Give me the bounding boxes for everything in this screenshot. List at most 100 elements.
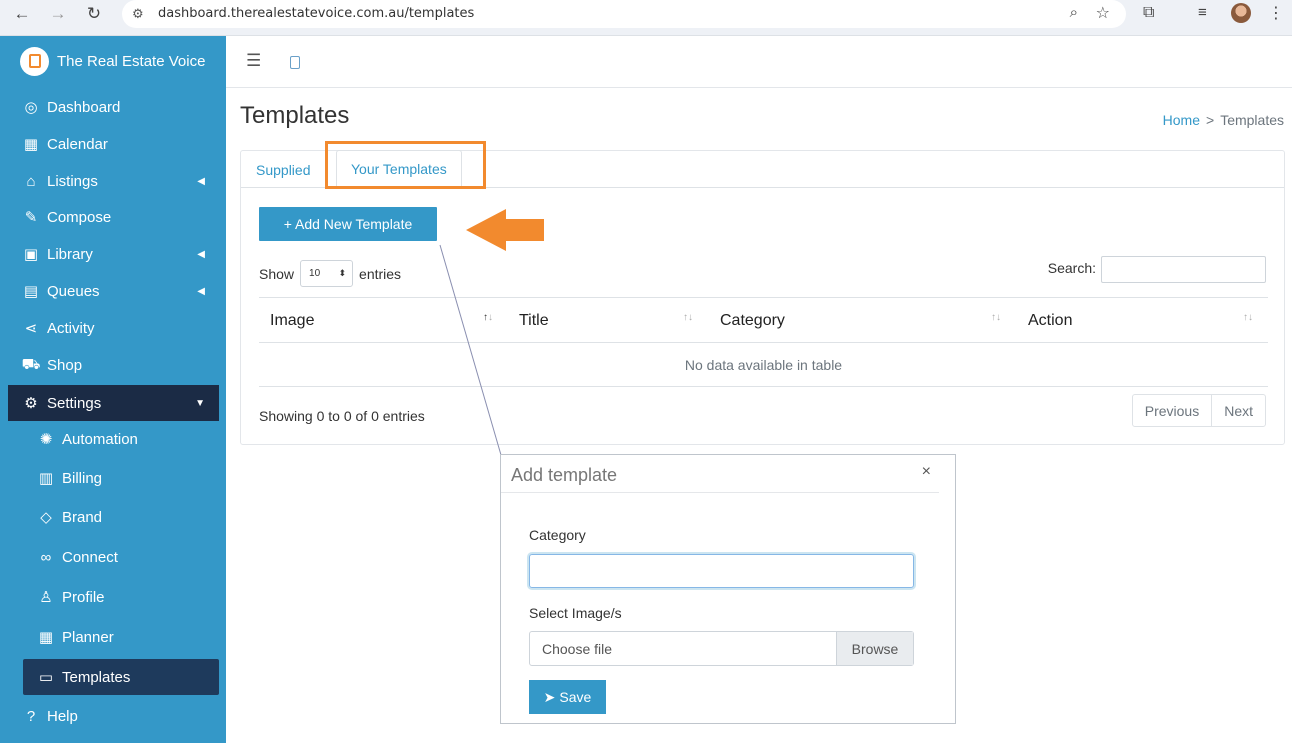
hamburger-menu-icon[interactable]: ☰ [246, 51, 261, 71]
caret-left-icon: ◀ [197, 175, 205, 187]
calendar-icon: ▦ [23, 136, 39, 153]
sidebar-item-activity[interactable]: ⋖ Activity [8, 311, 219, 345]
sidebar-item-billing[interactable]: ▥ Billing [8, 461, 219, 495]
column-category[interactable]: Category [720, 298, 785, 344]
tag-icon: ◇ [40, 509, 52, 526]
monitor-icon: ▭ [38, 669, 54, 686]
column-image[interactable]: Image [270, 298, 314, 344]
breadcrumb-home-link[interactable]: Home [1163, 112, 1200, 128]
sidebar-item-automation[interactable]: ✺ Automation [8, 422, 219, 456]
sidebar-item-templates[interactable]: ▭ Templates [23, 659, 219, 695]
url-text[interactable]: dashboard.therealestatevoice.com.au/temp… [158, 6, 474, 21]
sidebar-item-settings[interactable]: ⚙ Settings ▼ [8, 385, 219, 421]
listings-icon: ⌂ [26, 172, 36, 190]
sidebar-item-queues[interactable]: ▤ Queues ◀ [8, 274, 219, 308]
sidebar-item-label: Connect [62, 548, 118, 566]
brand[interactable]: The Real Estate Voice [20, 46, 205, 76]
file-input[interactable]: Choose file Browse [529, 631, 914, 666]
dashboard-icon: ◎ [24, 99, 38, 116]
queues-icon: ▤ [23, 283, 39, 300]
sidebar-item-label: Templates [62, 668, 131, 686]
previous-page-button[interactable]: Previous [1133, 395, 1211, 426]
browser-chrome: ← → ↻ ⚙ dashboard.therealestatevoice.com… [0, 0, 1292, 36]
show-entries: Show 10 ⬍ entries [259, 260, 401, 287]
sort-asc-icon[interactable]: ↑↓ [483, 312, 493, 323]
sidebar-item-label: Calendar [47, 135, 108, 153]
site-info-icon[interactable]: ⚙ [132, 6, 144, 22]
caret-left-icon: ◀ [197, 285, 205, 297]
browse-button[interactable]: Browse [836, 632, 913, 665]
sidebar-item-label: Shop [47, 356, 83, 374]
caret-left-icon: ◀ [197, 248, 205, 260]
search-label: Search: [1047, 260, 1096, 276]
breadcrumb: Home > Templates [1163, 112, 1284, 128]
sidebar-item-dashboard[interactable]: ◎ Dashboard [8, 90, 219, 124]
sidebar-item-label: Listings [47, 172, 98, 190]
sidebar-item-shop[interactable]: ⛟ Shop [8, 348, 219, 382]
sidebar-item-brand[interactable]: ◇ Brand [8, 500, 219, 534]
add-new-template-button[interactable]: + Add New Template [259, 207, 437, 241]
tab-supplied[interactable]: Supplied [256, 151, 311, 188]
back-arrow-icon[interactable]: ← [8, 0, 36, 28]
sidebar-item-label: Queues [47, 282, 100, 300]
receipt-icon: ▥ [38, 470, 54, 487]
reload-icon[interactable]: ↻ [80, 0, 108, 28]
select-images-label: Select Image/s [529, 605, 622, 621]
extensions-puzzle-icon[interactable]: ⧉ [1143, 4, 1154, 22]
entries-label: entries [359, 265, 402, 282]
cog-icon: ⚙ [24, 395, 38, 412]
sidebar-item-label: Dashboard [47, 98, 121, 116]
sort-icon[interactable]: ↑↓ [683, 312, 693, 323]
sort-icon[interactable]: ↑↓ [991, 312, 1001, 323]
sidebar-item-label: Brand [62, 508, 103, 526]
library-icon: ▣ [23, 246, 39, 263]
header-logo[interactable] [290, 54, 338, 70]
breadcrumb-current: Templates [1220, 112, 1284, 128]
sort-icon[interactable]: ↑↓ [1243, 312, 1253, 323]
help-icon: ? [26, 707, 36, 725]
search-input[interactable] [1101, 256, 1266, 283]
close-icon[interactable]: × [922, 463, 931, 481]
next-page-button[interactable]: Next [1211, 395, 1265, 426]
sidebar-item-label: Planner [62, 628, 114, 646]
address-bar[interactable]: ⚙ dashboard.therealestatevoice.com.au/te… [122, 0, 1126, 28]
sidebar-item-label: Library [47, 245, 93, 263]
sidebar-item-profile[interactable]: ♙ Profile [8, 580, 219, 614]
share-icon: ⋖ [24, 320, 38, 337]
sidebar-item-label: Activity [47, 319, 95, 337]
sidebar-item-calendar[interactable]: ▦ Calendar [8, 127, 219, 161]
sidebar-item-compose[interactable]: ✎ Compose [8, 200, 219, 234]
templates-card: Supplied Your Templates + Add New Templa… [240, 150, 1285, 445]
sidebar-item-listings[interactable]: ⌂ Listings ◀ [8, 164, 219, 198]
page-size-select[interactable]: 10 ⬍ [300, 260, 354, 287]
sidebar-item-help[interactable]: ? Help [8, 699, 219, 733]
category-input[interactable] [529, 554, 914, 588]
column-action[interactable]: Action [1028, 298, 1072, 344]
save-button[interactable]: ➤ Save [529, 680, 606, 714]
kebab-menu-icon[interactable]: ⋮ [1268, 3, 1284, 23]
brand-name: The Real Estate Voice [57, 52, 206, 70]
profile-avatar[interactable] [1231, 3, 1251, 23]
sidebar-item-label: Settings [47, 394, 102, 412]
user-icon: ♙ [39, 589, 53, 606]
zoom-icon[interactable]: ⌕ [1070, 4, 1078, 21]
sidebar-item-planner[interactable]: ▦ Planner [8, 620, 219, 654]
sidebar-item-label: Automation [62, 430, 138, 448]
caret-down-icon: ▼ [195, 397, 205, 409]
forward-arrow-icon[interactable]: → [44, 0, 72, 28]
modal-title: Add template [511, 465, 618, 485]
top-bar: ☰ [226, 36, 1292, 88]
media-control-icon[interactable]: ≡ [1198, 4, 1207, 21]
annotation-arrow-icon [466, 209, 544, 251]
sidebar-item-label: Help [47, 707, 78, 725]
sidebar-item-library[interactable]: ▣ Library ◀ [8, 237, 219, 271]
table-empty-row: No data available in table [259, 343, 1268, 387]
pagination: Previous Next [1131, 394, 1266, 427]
column-title[interactable]: Title [519, 298, 549, 344]
breadcrumb-separator: > [1206, 112, 1215, 128]
sidebar-item-connect[interactable]: ∞ Connect [8, 540, 219, 574]
sidebar-item-label: Billing [62, 469, 103, 487]
sidebar-item-label: Profile [62, 588, 105, 606]
bookmark-star-icon[interactable]: ☆ [1096, 3, 1110, 23]
category-label: Category [529, 527, 586, 543]
